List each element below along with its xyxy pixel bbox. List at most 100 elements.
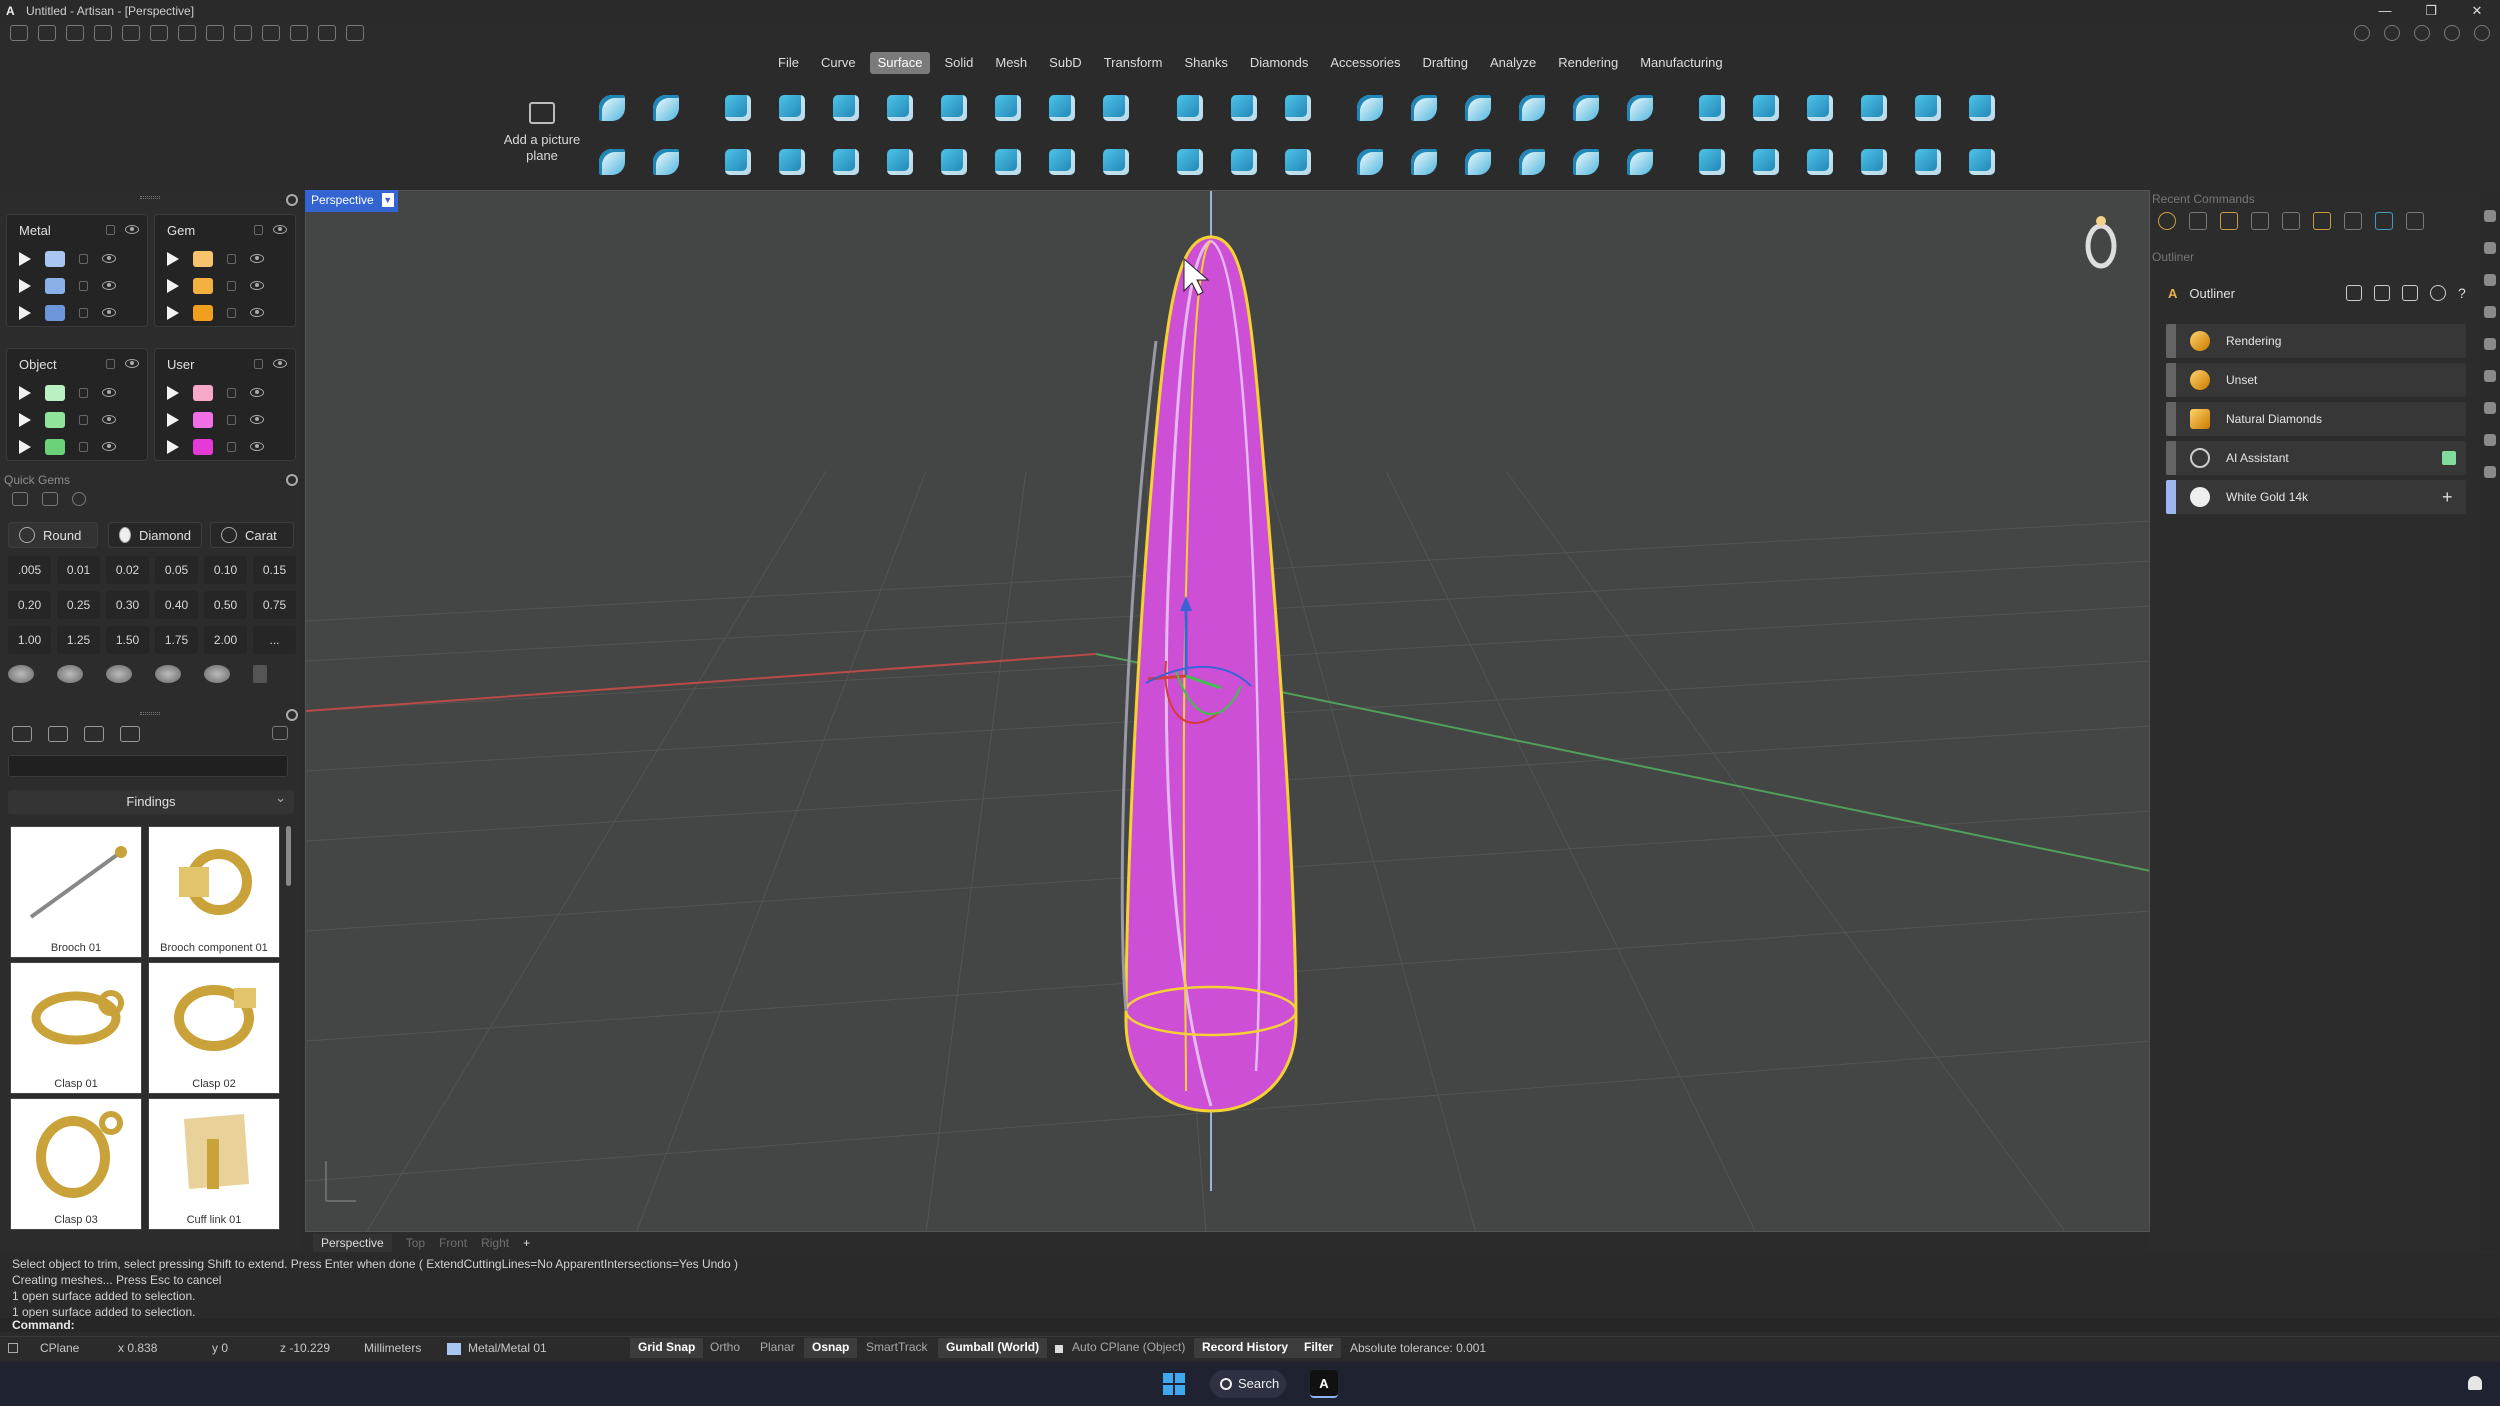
lock-icon[interactable]	[106, 225, 115, 235]
curvature-icon[interactable]	[1798, 86, 1842, 130]
info-icon[interactable]	[2384, 25, 2400, 41]
outliner-row-unset[interactable]: Unset	[2166, 363, 2466, 397]
sweep-1-icon[interactable]	[590, 140, 634, 184]
pear-cut-icon[interactable]	[155, 665, 181, 683]
carat-button[interactable]: 0.15	[253, 556, 296, 584]
library-item-brooch-component-01[interactable]: Brooch component 01	[148, 826, 280, 958]
layer-color-swatch[interactable]	[193, 411, 213, 428]
carat-button[interactable]: 0.75	[253, 591, 296, 619]
surface-from-corners-icon[interactable]	[716, 86, 760, 130]
lock-icon[interactable]	[227, 280, 236, 291]
tab-curve[interactable]: Curve	[813, 52, 864, 74]
line-command-icon[interactable]	[2282, 212, 2300, 230]
record-history-toggle[interactable]: Record History	[1194, 1338, 1297, 1358]
help-icon[interactable]	[2484, 466, 2496, 478]
blend-surface-icon[interactable]	[986, 140, 1030, 184]
tab-top[interactable]: Top	[406, 1236, 425, 1250]
library-category-select[interactable]: Findings	[8, 786, 294, 814]
taskbar-search[interactable]: Search	[1210, 1370, 1286, 1398]
current-layer[interactable]: Metal/Metal 01	[468, 1341, 547, 1355]
save-as-icon[interactable]	[206, 25, 224, 41]
split-command-icon[interactable]	[2406, 212, 2424, 230]
layer-color-swatch[interactable]	[193, 277, 213, 294]
surface-from-edges-icon[interactable]	[770, 86, 814, 130]
new-file-icon[interactable]	[10, 25, 28, 41]
round-cut-icon[interactable]	[8, 665, 34, 683]
tab-manufacturing[interactable]: Manufacturing	[1632, 52, 1730, 74]
edit-points-icon[interactable]	[716, 140, 760, 184]
eye-icon[interactable]	[250, 442, 264, 451]
panel-grip[interactable]	[140, 196, 160, 199]
tab-transform[interactable]: Transform	[1096, 52, 1171, 74]
circle-surface-icon[interactable]	[878, 140, 922, 184]
export-icon[interactable]	[234, 25, 252, 41]
price-icon[interactable]	[2484, 434, 2496, 446]
layer-row[interactable]	[7, 406, 147, 433]
revolve-icon[interactable]	[1040, 86, 1084, 130]
sweep-command-icon[interactable]	[2344, 212, 2362, 230]
project-icon[interactable]	[1690, 140, 1734, 184]
explode-icon[interactable]	[1618, 86, 1662, 130]
filter-toggle[interactable]: Filter	[1296, 1338, 1342, 1358]
taper-icon[interactable]	[1618, 140, 1662, 184]
eye-icon[interactable]	[102, 388, 116, 397]
layer-row[interactable]	[7, 299, 147, 326]
library-scrollbar[interactable]	[286, 826, 291, 886]
lock-icon[interactable]	[106, 359, 115, 369]
panel-grip[interactable]	[140, 712, 160, 715]
lock-icon[interactable]	[254, 359, 263, 369]
library-item-clasp-03[interactable]: Clasp 03	[10, 1098, 142, 1230]
gem-unit-select[interactable]: Carat	[210, 522, 294, 548]
lock-icon[interactable]	[79, 253, 88, 264]
layer-row[interactable]	[7, 379, 147, 406]
carat-button[interactable]: 2.00	[204, 626, 247, 654]
tab-rendering[interactable]: Rendering	[1550, 52, 1626, 74]
refresh-icon[interactable]	[2430, 285, 2446, 301]
gear-icon[interactable]	[72, 492, 86, 506]
layer-color-swatch[interactable]	[45, 277, 65, 294]
ring-preview-icon[interactable]	[2085, 216, 2117, 269]
rail-revolve-icon[interactable]	[1094, 86, 1138, 130]
layer-color-swatch[interactable]	[193, 250, 213, 267]
lock-icon[interactable]	[79, 307, 88, 318]
eye-icon[interactable]	[250, 388, 264, 397]
layer-row[interactable]	[155, 245, 295, 272]
gear-icon[interactable]	[286, 474, 298, 486]
layer-row[interactable]	[155, 299, 295, 326]
loft-icon[interactable]	[932, 86, 976, 130]
add-gem-icon[interactable]	[253, 665, 267, 683]
dropdown-arrow-icon[interactable]: ▼	[381, 193, 394, 207]
outliner-row-ai-assistant[interactable]: AI Assistant	[2166, 441, 2466, 475]
bend-icon[interactable]	[1564, 140, 1608, 184]
extrude-surface-icon[interactable]	[878, 86, 922, 130]
twist-icon[interactable]	[1510, 140, 1554, 184]
carat-button[interactable]: .005	[8, 556, 51, 584]
units-label[interactable]: Millimeters	[364, 1341, 421, 1355]
layer-color-swatch[interactable]	[45, 438, 65, 455]
redo-icon[interactable]	[150, 25, 168, 41]
draft-angle-icon[interactable]	[1852, 86, 1896, 130]
render-icon[interactable]	[2484, 402, 2496, 414]
lock-icon[interactable]	[79, 441, 88, 452]
link-icon[interactable]	[12, 492, 28, 506]
library-item-clasp-02[interactable]: Clasp 02	[148, 962, 280, 1094]
library-icon[interactable]	[2484, 370, 2496, 382]
auto-cplane-toggle[interactable]: Auto CPlane (Object)	[1064, 1338, 1193, 1358]
fit-icon[interactable]	[1906, 86, 1950, 130]
tab-accessories[interactable]: Accessories	[1322, 52, 1408, 74]
edit-icon[interactable]	[2402, 285, 2418, 301]
viewport-name-label[interactable]: Perspective ▼	[305, 190, 398, 212]
play-icon[interactable]	[19, 278, 31, 293]
open-folder-icon[interactable]	[66, 25, 84, 41]
artisan-icon[interactable]	[2484, 210, 2496, 222]
cushion-cut-icon[interactable]	[106, 665, 132, 683]
minimize-button[interactable]: —	[2362, 0, 2408, 22]
gear-icon[interactable]	[286, 194, 298, 206]
tab-front[interactable]: Front	[439, 1236, 467, 1250]
play-icon[interactable]	[19, 305, 31, 320]
layer-row[interactable]	[155, 433, 295, 460]
shrink-trimmed-icon[interactable]	[1456, 86, 1500, 130]
lock-icon[interactable]	[79, 387, 88, 398]
add-icon[interactable]: +	[2442, 488, 2456, 506]
boolean-icon[interactable]	[1960, 140, 2004, 184]
